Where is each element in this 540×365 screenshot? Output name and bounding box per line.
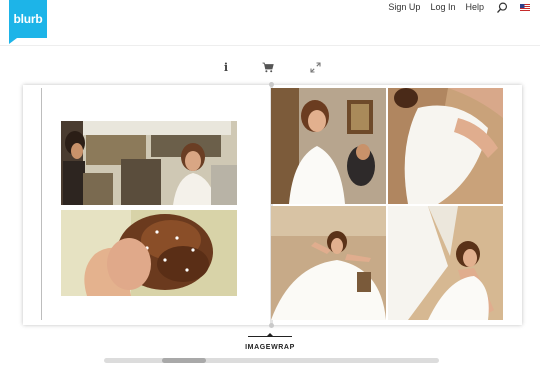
us-flag-icon[interactable] [520,3,530,11]
book-toolbar: i [0,60,540,76]
photo-dress-closeup[interactable] [388,88,503,204]
search-icon[interactable] [496,1,508,13]
photo-bride-portrait[interactable] [271,88,386,204]
left-page-edge [41,88,42,320]
book-spread [23,82,522,328]
expand-button[interactable] [308,60,322,74]
photo-dress-swirl[interactable] [388,206,503,320]
login-link[interactable]: Log In [430,1,455,13]
expand-icon [309,61,321,73]
scrollbar-thumb[interactable] [162,358,206,363]
info-button[interactable]: i [219,60,233,74]
page-scrollbar[interactable] [104,358,439,363]
top-nav: Sign Up Log In Help [378,0,530,14]
cart-icon [262,62,274,72]
signup-link[interactable]: Sign Up [388,1,420,13]
photo-bride-makeup[interactable] [61,121,237,205]
spine-handle-bottom[interactable] [269,323,274,328]
site-header: blurb Sign Up Log In Help [0,0,540,46]
spine-handle-top[interactable] [269,82,274,87]
photo-bride-hair-closeup[interactable] [61,210,237,296]
layout-name-label[interactable]: IMAGEWRAP [245,344,295,351]
photo-bride-lifting-dress[interactable] [271,206,386,320]
blurb-logo[interactable]: blurb [9,0,47,44]
layout-selector: IMAGEWRAP [0,333,540,354]
help-link[interactable]: Help [465,1,484,13]
layout-indicator [248,333,292,337]
cart-button[interactable] [261,60,275,74]
info-icon: i [223,60,229,74]
